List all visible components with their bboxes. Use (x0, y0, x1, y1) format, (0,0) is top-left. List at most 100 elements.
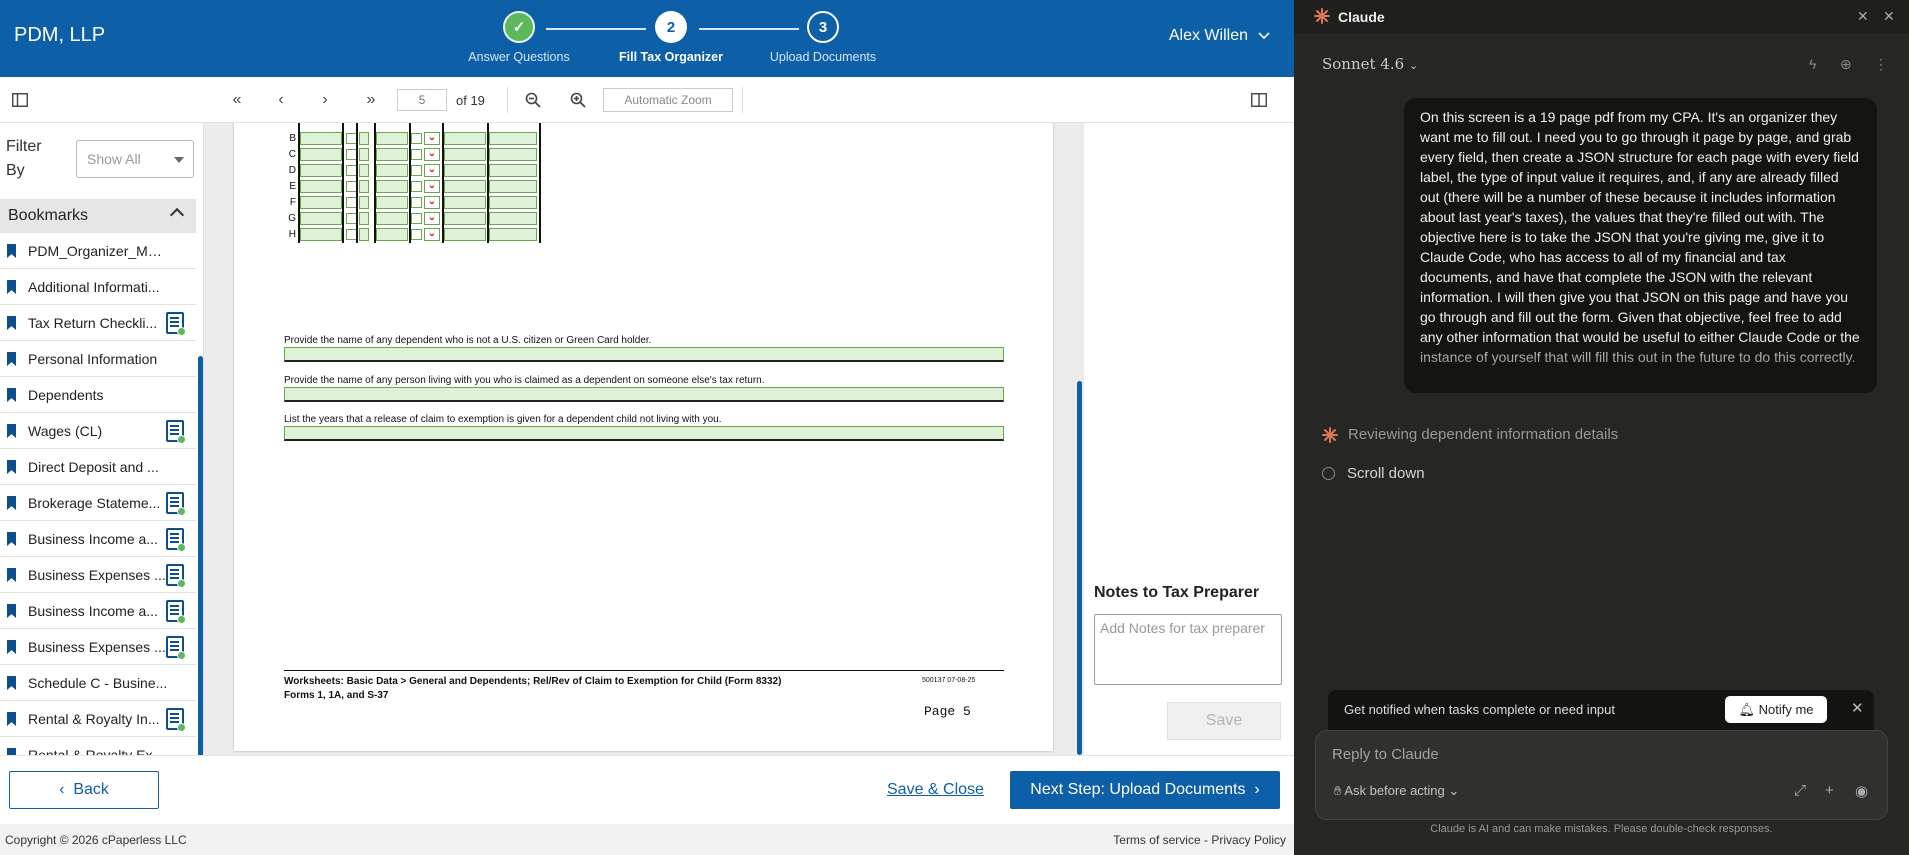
bookmark-item[interactable]: Brokerage Stateme... (0, 485, 196, 521)
bookmark-item[interactable]: Rental & Royalty In... (0, 701, 196, 737)
model-selector[interactable]: Sonnet 4.6 ⌄ (1322, 55, 1418, 73)
chevron-down-icon[interactable]: ⌄ (424, 132, 440, 145)
bookmark-item[interactable]: Business Income a... (0, 593, 196, 629)
grid-checkbox[interactable] (411, 165, 422, 176)
grid-cell-input[interactable] (489, 148, 537, 161)
bookmark-item[interactable]: Direct Deposit and ... (0, 449, 196, 485)
next-step-button[interactable]: Next Step: Upload Documents › (1010, 771, 1280, 809)
document-attached-icon[interactable] (166, 564, 186, 588)
bookmark-item[interactable]: Schedule C - Busine... (0, 665, 196, 701)
notify-me-button[interactable]: 🔔︎ Notify me (1725, 696, 1827, 723)
permission-mode-selector[interactable]: ✋︎ Ask before acting ⌄ (1334, 783, 1459, 799)
save-notes-button[interactable]: Save (1167, 702, 1281, 740)
grid-checkbox[interactable] (411, 213, 422, 224)
grid-checkbox[interactable] (411, 229, 422, 240)
non-citizen-dependent-field[interactable] (284, 347, 1004, 362)
plus-icon[interactable]: + (1825, 782, 1834, 799)
grid-checkbox[interactable] (411, 149, 422, 160)
step-answer-questions[interactable]: ✓ Answer Questions (449, 11, 589, 64)
release-claim-years-field[interactable] (284, 426, 1004, 441)
notes-textarea[interactable]: Add Notes for tax preparer (1094, 614, 1282, 685)
zoom-select[interactable]: Automatic Zoom (603, 88, 733, 112)
grid-cell-input[interactable] (376, 196, 408, 209)
grid-cell-input[interactable] (489, 180, 537, 193)
grid-cell-input[interactable] (489, 132, 537, 145)
grid-cell-input[interactable] (444, 228, 486, 241)
lightning-icon[interactable]: ϟ (1809, 56, 1816, 72)
grid-cell-input[interactable] (444, 148, 486, 161)
grid-cell-input[interactable] (444, 196, 486, 209)
grid-cell-input[interactable] (444, 164, 486, 177)
zoom-in-icon[interactable] (567, 89, 589, 111)
previous-page-icon[interactable]: ‹ (270, 89, 292, 111)
bookmark-item[interactable]: Business Income a... (0, 521, 196, 557)
last-page-icon[interactable]: » (360, 89, 382, 111)
grid-checkbox[interactable] (411, 133, 422, 144)
grid-cell-input[interactable] (376, 132, 408, 145)
grid-cell-input[interactable] (300, 180, 342, 193)
grid-cell-input[interactable] (376, 164, 408, 177)
save-close-link[interactable]: Save & Close (887, 781, 984, 799)
document-attached-icon[interactable] (166, 528, 186, 552)
grid-cell-input[interactable] (376, 228, 408, 241)
panel-toggle-icon[interactable] (1248, 89, 1270, 111)
grid-cell-input[interactable] (444, 132, 486, 145)
grid-cell-input[interactable] (300, 196, 342, 209)
more-options-icon[interactable]: ⋮ (1874, 56, 1888, 73)
bookmark-item[interactable]: Business Expenses ... (0, 557, 196, 593)
grid-cell-input[interactable] (359, 228, 369, 241)
grid-cell-input[interactable] (359, 132, 369, 145)
bookmark-item[interactable]: Dependents (0, 377, 196, 413)
unpin-icon[interactable]: ✕ (1857, 8, 1869, 25)
grid-cell-input[interactable] (376, 148, 408, 161)
chevron-down-icon[interactable]: ⌄ (424, 180, 440, 193)
step-fill-tax-organizer[interactable]: 2 Fill Tax Organizer (601, 11, 741, 64)
step-upload-documents[interactable]: 3 Upload Documents (753, 11, 893, 64)
grid-cell-input[interactable] (489, 212, 537, 225)
user-menu[interactable]: Alex Willen (1169, 27, 1270, 45)
grid-checkbox[interactable] (411, 181, 422, 192)
grid-cell-input[interactable] (444, 212, 486, 225)
chevron-down-icon[interactable]: ⌄ (424, 196, 440, 209)
reply-input[interactable]: Reply to Claude ✋︎ Ask before acting ⌄ ⤢… (1315, 730, 1888, 820)
close-icon[interactable]: ✕ (1851, 699, 1864, 717)
grid-cell-input[interactable] (359, 148, 369, 161)
page-number-input[interactable]: 5 (397, 89, 447, 111)
privacy-link[interactable]: Privacy Policy (1211, 833, 1286, 847)
terms-link[interactable]: Terms of service (1113, 833, 1200, 847)
chevron-down-icon[interactable]: ⌄ (424, 212, 440, 225)
bookmark-item[interactable]: Additional Informati... (0, 269, 196, 305)
bookmark-item[interactable]: Rental & Royalty Ex... (0, 737, 196, 755)
chevron-down-icon[interactable]: ⌄ (424, 164, 440, 177)
grid-cell-input[interactable] (359, 212, 369, 225)
grid-cell-input[interactable] (300, 212, 342, 225)
grid-cell-input[interactable] (300, 148, 342, 161)
chevron-down-icon[interactable]: ⌄ (424, 148, 440, 161)
sidebar-scrollbar[interactable] (198, 356, 203, 755)
cursor-icon[interactable]: ⤢ (1794, 782, 1806, 799)
document-attached-icon[interactable] (166, 420, 186, 444)
document-attached-icon[interactable] (166, 636, 186, 660)
record-icon[interactable]: ◉ (1855, 782, 1868, 800)
document-attached-icon[interactable] (166, 708, 186, 732)
first-page-icon[interactable]: « (226, 89, 248, 111)
grid-cell-input[interactable] (376, 180, 408, 193)
grid-cell-input[interactable] (359, 164, 369, 177)
document-attached-icon[interactable] (166, 600, 186, 624)
bookmark-item[interactable]: Tax Return Checkli... (0, 305, 196, 341)
sidebar-toggle-icon[interactable] (9, 89, 31, 111)
grid-cell-input[interactable] (359, 196, 369, 209)
grid-cell-input[interactable] (300, 132, 342, 145)
bookmark-item[interactable]: Business Expenses ... (0, 629, 196, 665)
bookmark-item[interactable]: Personal Information (0, 341, 196, 377)
bookmark-item[interactable]: PDM_Organizer_Mai... (0, 233, 196, 269)
viewer-scrollbar[interactable] (1077, 381, 1082, 755)
grid-cell-input[interactable] (300, 228, 342, 241)
grid-cell-input[interactable] (444, 180, 486, 193)
document-attached-icon[interactable] (166, 492, 186, 516)
back-button[interactable]: ‹ Back (9, 771, 159, 809)
grid-cell-input[interactable] (489, 164, 537, 177)
action-step[interactable]: Scroll down (1322, 465, 1425, 482)
document-attached-icon[interactable] (166, 312, 186, 336)
grid-cell-input[interactable] (376, 212, 408, 225)
